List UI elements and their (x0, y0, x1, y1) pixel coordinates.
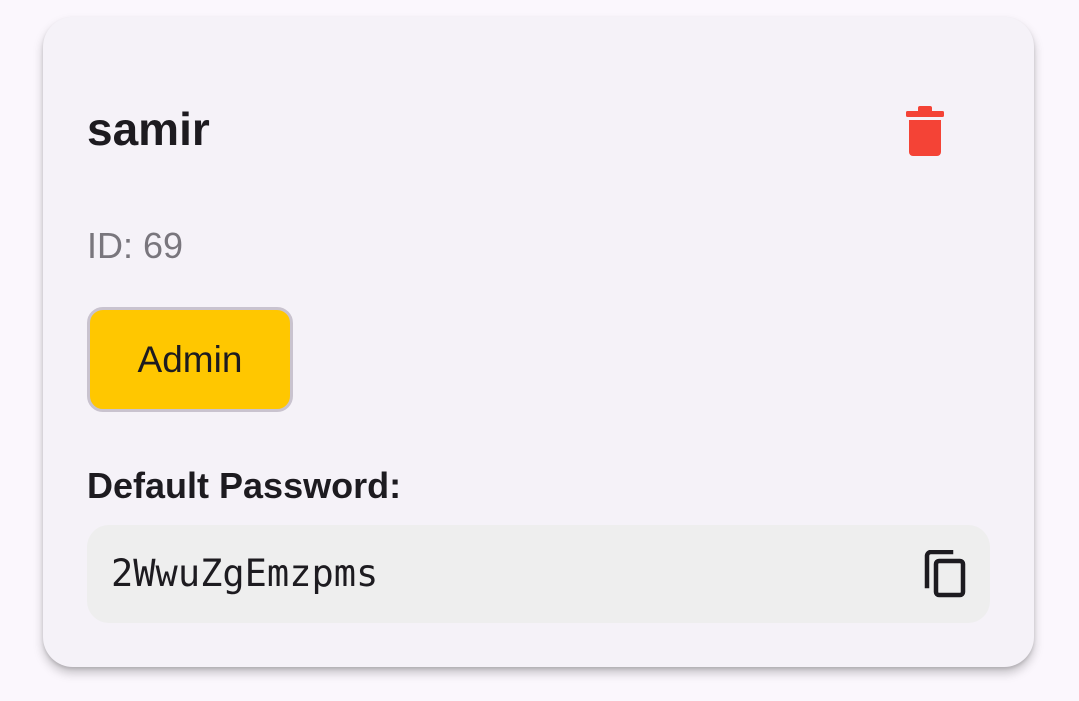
role-chip[interactable]: Admin (87, 307, 293, 412)
user-id: ID: 69 (87, 225, 184, 266)
password-field: 2WwuZgEmzpms (87, 525, 990, 623)
user-card: samir ID: 69 Admin Default Password: 2Ww… (43, 17, 1034, 667)
copy-password-button[interactable] (913, 542, 977, 606)
trash-icon (906, 106, 944, 156)
delete-user-button[interactable] (883, 89, 967, 173)
password-value: 2WwuZgEmzpms (111, 552, 379, 595)
default-password-label: Default Password: (87, 465, 402, 506)
copy-icon (924, 550, 966, 598)
user-name: samir (87, 103, 210, 155)
